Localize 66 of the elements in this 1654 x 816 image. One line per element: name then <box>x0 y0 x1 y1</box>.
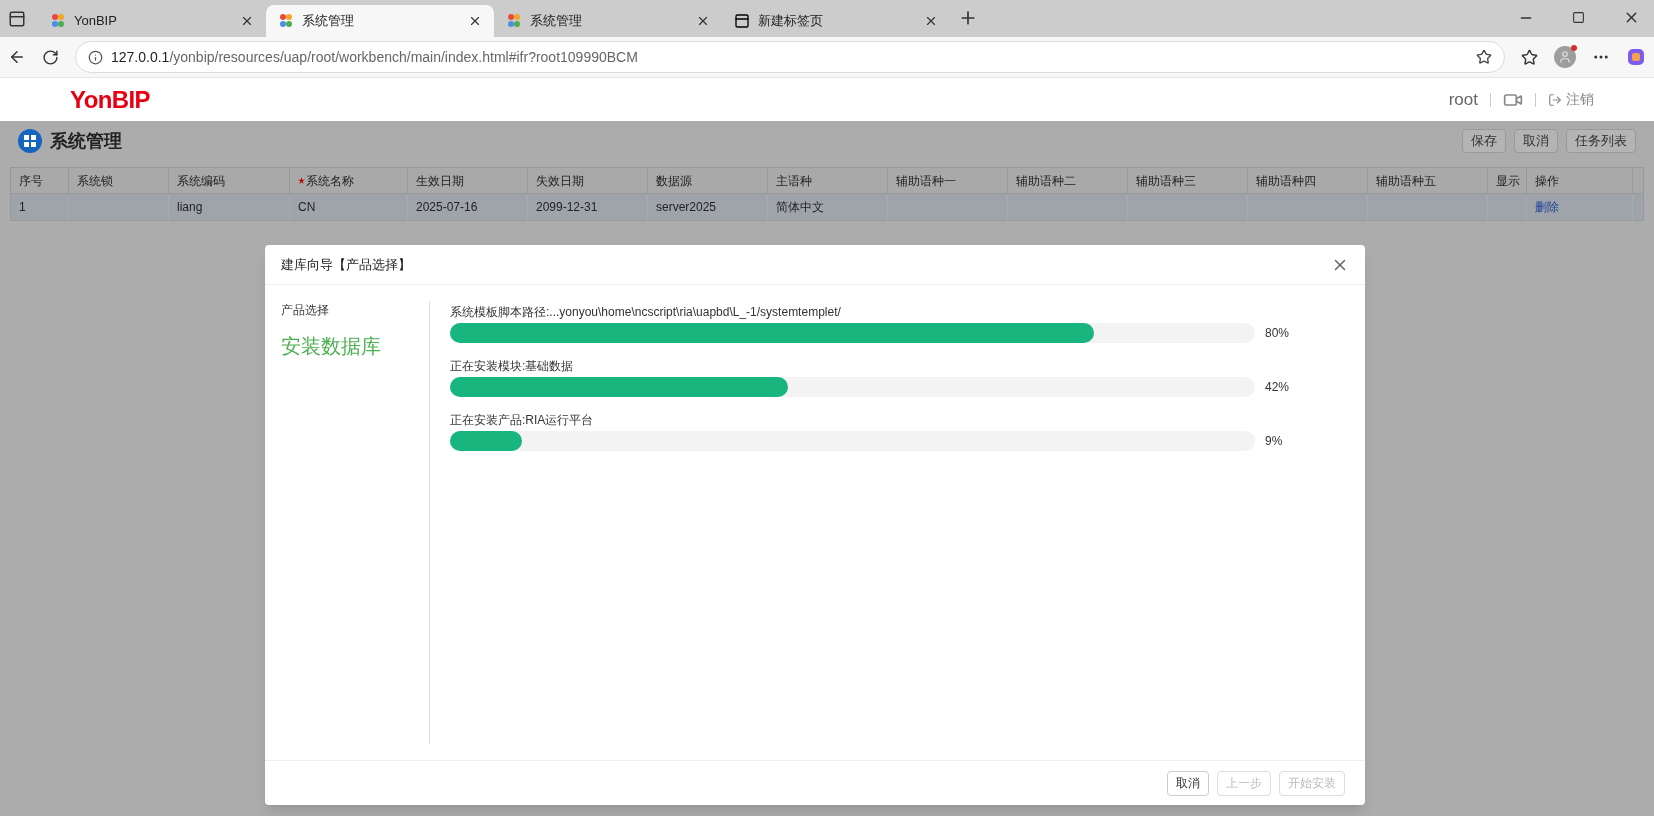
dialog-title: 建库向导【产品选择】 <box>281 255 412 274</box>
maximize-icon[interactable] <box>1572 11 1585 24</box>
profile-avatar[interactable] <box>1554 46 1576 68</box>
table-cell: 2099-12-31 <box>528 194 648 220</box>
toolbar-button[interactable]: 保存 <box>1462 129 1506 153</box>
favorite-star-icon[interactable] <box>1476 49 1492 65</box>
close-icon[interactable] <box>696 14 710 28</box>
progress-label: 正在安装模块:基础数据 <box>450 358 575 375</box>
table-cell: server2025 <box>648 194 768 220</box>
column-header: 操作 <box>1527 168 1633 193</box>
column-header: 序号 <box>11 168 69 193</box>
copilot-icon[interactable] <box>1626 47 1646 67</box>
progress-label: 系统模板脚本路径:...yonyou\home\ncscript\ria\uapbd\L_-1/systemtemplet/ <box>450 304 842 321</box>
logout-button[interactable]: 注销 <box>1548 89 1594 110</box>
app-icon <box>18 129 42 153</box>
page-title: 系统管理 <box>50 129 122 153</box>
column-header: 生效日期 <box>408 168 528 193</box>
tab-title: YonBIP <box>74 12 118 31</box>
reload-icon[interactable] <box>42 48 59 66</box>
favorites-icon[interactable] <box>1521 48 1538 66</box>
progress-percent: 9% <box>1265 433 1283 450</box>
person-icon <box>1558 50 1572 64</box>
column-header: 主语种 <box>768 168 888 193</box>
column-header: 辅助语种三 <box>1128 168 1248 193</box>
user-name[interactable]: root <box>1448 86 1478 113</box>
table-cell: CN <box>290 194 408 220</box>
column-header: 辅助语种二 <box>1008 168 1128 193</box>
delete-link[interactable]: 删除 <box>1535 198 1559 216</box>
address-bar[interactable]: 127.0.0.1/yonbip/resources/uap/root/workbench/main/index.html#ifr?root109990BCM <box>75 41 1505 73</box>
browser-tab[interactable]: 系统管理 <box>266 5 494 37</box>
column-header: 辅助语种四 <box>1248 168 1368 193</box>
logout-icon <box>1548 92 1562 107</box>
column-header: 系统名称 <box>290 168 408 193</box>
close-icon[interactable] <box>924 14 938 28</box>
column-header: 显示 <box>1488 168 1527 193</box>
close-icon[interactable] <box>240 14 254 28</box>
tab-title: 系统管理 <box>530 12 583 31</box>
column-header: 数据源 <box>648 168 768 193</box>
toolbar-button[interactable]: 任务列表 <box>1566 129 1636 153</box>
tab-title: 系统管理 <box>302 12 355 31</box>
wizard-step: 安装数据库 <box>281 331 429 361</box>
app-logo-icon <box>50 13 66 29</box>
info-icon <box>88 49 103 65</box>
url-text: 127.0.0.1/yonbip/resources/uap/root/workbench/main/index.html#ifr?root109990BCM <box>111 47 639 67</box>
progress-percent: 42% <box>1265 379 1290 396</box>
close-icon[interactable] <box>468 14 482 28</box>
toolbar-button[interactable]: 取消 <box>1514 129 1558 153</box>
app-logo-icon <box>278 13 294 29</box>
column-header: 辅助语种一 <box>888 168 1008 193</box>
tab-title: 新建标签页 <box>758 12 824 31</box>
brand-logo: YonBIP <box>70 84 150 115</box>
app-logo-icon <box>506 13 522 29</box>
column-header: 辅助语种五 <box>1368 168 1488 193</box>
progress-label: 正在安装产品:RIA运行平台 <box>450 412 595 429</box>
table-cell: liang <box>169 194 290 220</box>
column-header: 失效日期 <box>528 168 648 193</box>
back-icon[interactable] <box>8 48 26 66</box>
wizard-step: 产品选择 <box>281 301 429 319</box>
tab-actions-icon[interactable] <box>8 10 26 28</box>
dialog-button[interactable]: 取消 <box>1167 770 1209 796</box>
table-cell: 简体中文 <box>768 194 888 220</box>
table-cell: 2025-07-16 <box>408 194 528 220</box>
progress-percent: 80% <box>1265 325 1290 342</box>
column-header: 系统锁 <box>69 168 169 193</box>
column-header: 系统编码 <box>169 168 290 193</box>
table-cell: 1 <box>11 194 69 220</box>
